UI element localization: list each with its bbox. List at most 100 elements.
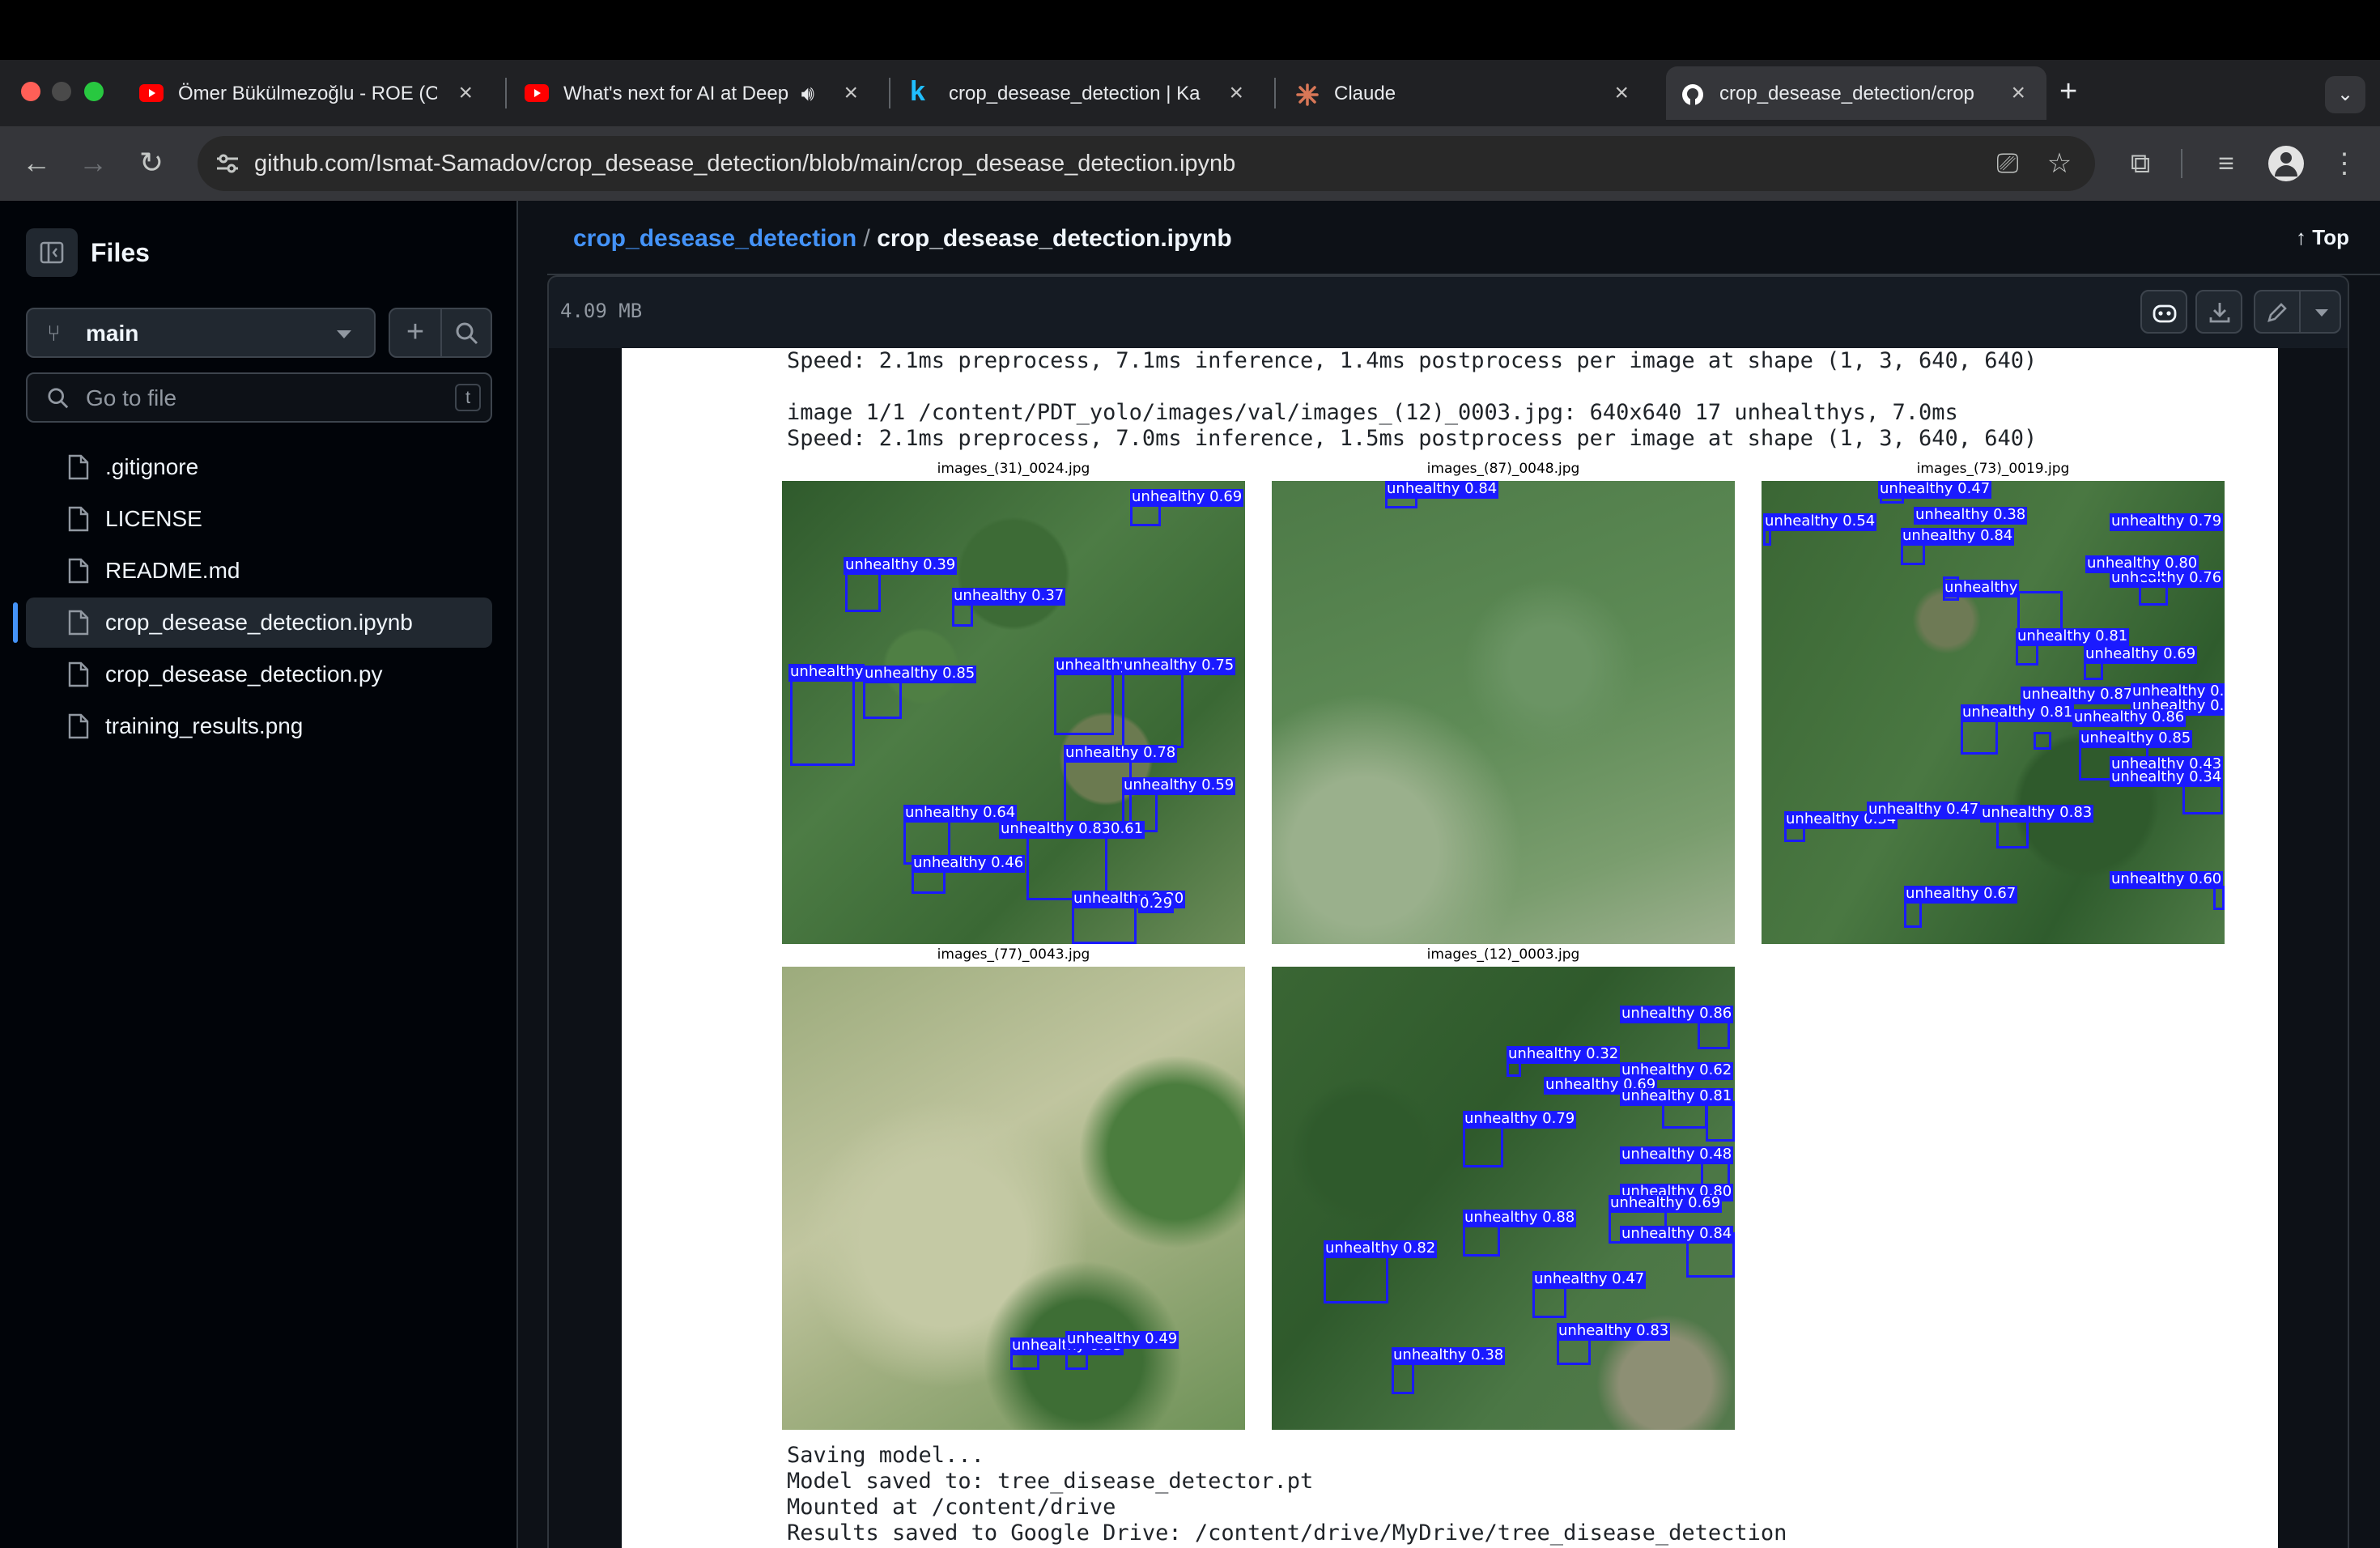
file-item-ipynb-selected[interactable]: crop_desease_detection.ipynb [26,598,492,648]
tab-1[interactable]: Ömer Bükülmezoğlu - ROE (O × [113,66,494,120]
bookmark-star-icon[interactable]: ☆ [2040,144,2079,183]
detection-label: unhealthy 0.84 [1901,527,2015,546]
browser-menu-icon[interactable]: ⋮ [2325,144,2364,183]
download-button[interactable] [2195,290,2242,334]
tab-label: Ömer Bükülmezoğlu - ROE (O [178,83,437,104]
prediction-image: unhealthy 0.84 [1272,481,1735,944]
file-icon [68,661,89,687]
file-item-license[interactable]: LICENSE [26,494,492,544]
go-to-file-placeholder: Go to file [86,385,177,410]
close-tab-icon[interactable]: × [844,79,858,107]
detection-label: unhealthy 0.75 [1122,657,1236,675]
chevron-down-icon[interactable] [2315,309,2328,317]
detection-label: unhealthy 0.60 [2110,870,2224,889]
address-bar[interactable]: github.com/Ismat-Samadov/crop_desease_de… [198,136,2095,191]
detection-label: unhealthy 0.83 [999,820,1113,839]
top-button[interactable]: ↑ Top [2296,225,2349,250]
copilot-icon [2153,304,2177,323]
file-tree-sidebar: Files ⑂ main + Go to file t .gitignore L… [0,201,518,1548]
tab-2[interactable]: What's next for AI at Deep 🔊︎ × [499,66,879,120]
notebook-output: Speed: 2.1ms preprocess, 7.1ms inference… [622,348,2278,1548]
detection-box [2016,643,2038,666]
detection-label: unhealthy 0.69 [2084,645,2198,664]
tab-label: What's next for AI at Deep [563,83,789,104]
add-file-icon[interactable]: + [390,309,440,356]
output-line: Mounted at /content/drive [787,1495,1116,1520]
branch-name: main [86,321,139,346]
arrow-up-icon: ↑ [2296,225,2313,249]
reload-icon[interactable]: ↻ [131,142,172,183]
forward-arrow-icon[interactable]: → [73,142,113,183]
breadcrumb: crop_desease_detection / crop_desease_de… [573,225,1232,253]
selected-indicator [13,602,18,643]
detection-box [1532,1286,1566,1318]
close-tab-icon[interactable]: × [1229,79,1243,107]
detection-label: unhealthy 0.54 [1763,512,1877,531]
breadcrumb-repo-link[interactable]: crop_desease_detection [573,225,856,252]
detection-label: unhealthy 0.81 [1961,704,2075,722]
file-name: LICENSE [105,506,202,531]
detection-box [1901,542,1925,565]
detection-label: unhealthy 0.46 [912,854,1026,873]
media-control-icon[interactable]: ≡ [2207,144,2246,183]
detection-box [1557,1337,1591,1365]
extensions-puzzle-icon[interactable]: ⧉ [2121,144,2160,183]
copilot-button[interactable] [2140,290,2187,334]
tab-search-chevron-icon[interactable]: ⌄ [2325,76,2365,113]
image-caption: images_(12)_0003.jpg [1426,946,1580,963]
site-settings-icon[interactable] [215,152,240,175]
detection-label: unhealthy 0.79 [2110,512,2224,531]
close-window-button[interactable] [21,82,40,101]
detection-box [1065,1346,1088,1370]
file-item-readme[interactable]: README.md [26,546,492,596]
kaggle-icon: k [910,76,925,107]
profile-avatar[interactable] [2268,146,2304,181]
search-icon[interactable] [455,321,479,346]
detection-box [863,680,902,719]
zoom-window-button[interactable] [84,82,104,101]
branch-selector[interactable]: ⑂ main [26,308,376,358]
file-item-gitignore[interactable]: .gitignore [26,442,492,492]
edit-button-group [2254,290,2341,334]
pencil-icon[interactable] [2265,300,2289,325]
file-item-py[interactable]: crop_desease_detection.py [26,649,492,700]
breadcrumb-file: crop_desease_detection.ipynb [877,225,1232,252]
breadcrumb-separator: / [863,225,870,252]
detection-label: 0.29 [1138,895,1175,913]
detection-label: unhealthy 0.47 [1867,801,1981,819]
menu-bar-area [0,0,2380,60]
file-name: .gitignore [105,454,199,479]
collapse-sidebar-icon[interactable] [26,228,78,277]
close-tab-icon[interactable]: × [2011,79,2025,107]
detection-label: unhealthy 0.69 [1609,1194,1723,1213]
detection-box [845,572,881,612]
tab-4[interactable]: Claude × [1269,66,1650,120]
go-to-file-input[interactable]: Go to file t [26,372,492,423]
install-app-icon[interactable]: ⎚ [1988,144,2027,183]
detection-label: unhealthy 0.39 [844,556,958,575]
url-text[interactable]: github.com/Ismat-Samadov/crop_desease_de… [254,151,1235,177]
close-tab-icon[interactable]: × [458,79,473,107]
back-arrow-icon[interactable]: ← [16,142,57,183]
speaker-icon[interactable]: 🔊︎ [801,81,814,107]
close-tab-icon[interactable]: × [1614,79,1629,107]
sidebar-actions-group: + [389,308,492,358]
output-line: Speed: 2.1ms preprocess, 7.0ms inference… [787,426,2038,451]
github-icon [1682,84,1703,105]
detection-label: unhealthy 0.86 [2072,708,2187,727]
output-line: Model saved to: tree_disease_detector.pt [787,1469,1314,1494]
detection-label: unhealthy 0.85 [2079,729,2193,748]
detection-box [2034,732,2051,750]
new-tab-button[interactable]: + [2059,74,2077,109]
detection-label: unhealthy 0.38 [1392,1346,1506,1365]
file-size: 4.09 MB [560,300,643,322]
file-item-png[interactable]: training_results.png [26,701,492,751]
file-icon [68,610,89,636]
detection-box [1961,719,1998,755]
tab-5-active[interactable]: crop_desease_detection/crop × [1666,66,2046,120]
detection-box [1392,1362,1414,1394]
tab-3[interactable]: k crop_desease_detection | Ka × [884,66,1264,120]
minimize-window-button[interactable] [52,82,71,101]
file-icon [68,454,89,480]
detection-box [1122,672,1184,748]
